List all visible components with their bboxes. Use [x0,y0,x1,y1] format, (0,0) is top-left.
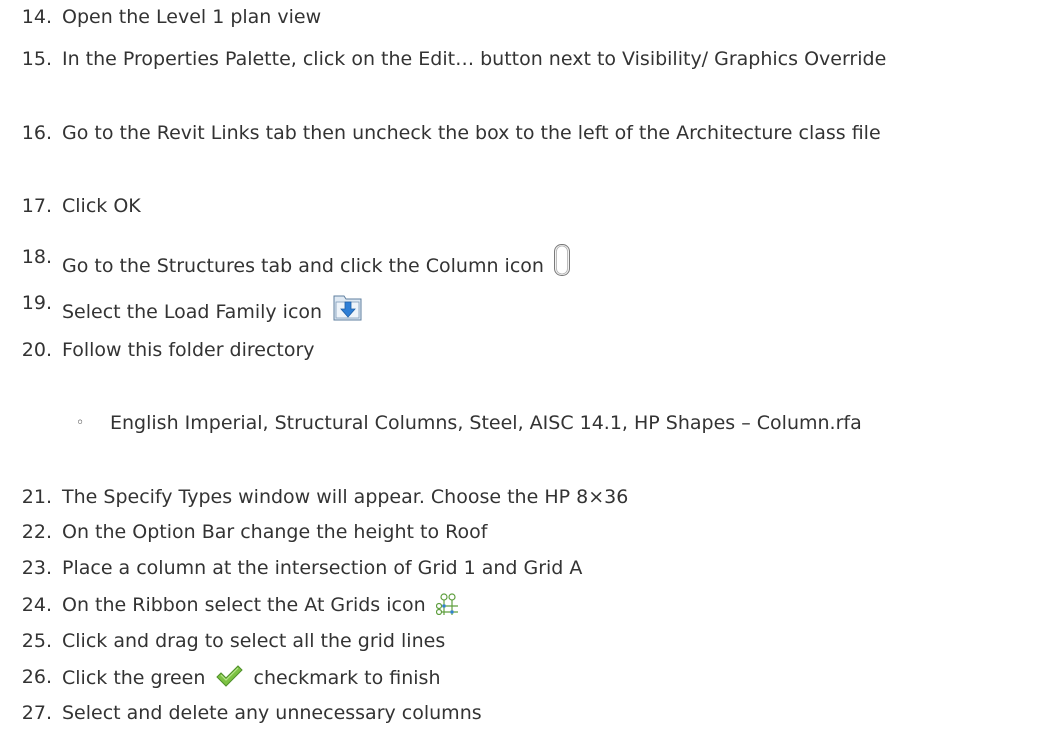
step-text: On the Option Bar change the height to R… [62,521,488,543]
step-number: 19. [21,292,52,314]
step-text: Click and drag to select all the grid li… [62,630,446,652]
step-number: 23. [21,557,52,579]
step-number: 25. [21,630,52,652]
checkmark-icon [215,664,244,696]
instruction-list: 14. Open the Level 1 plan view 15. In th… [0,0,1054,742]
step-number: 21. [21,486,52,508]
step-text: The Specify Types window will appear. Ch… [62,486,629,508]
step-number: 17. [21,195,52,217]
step-text: Select and delete any unnecessary column… [62,702,482,724]
step-text-before: Click the green [62,667,206,689]
step-number: 24. [21,594,52,616]
column-icon [553,244,570,284]
step-number: 16. [21,122,52,144]
sub-bullet: ◦ [76,415,85,431]
load-family-icon [332,290,364,330]
step-number: 14. [21,6,52,28]
step-text: In the Properties Palette, click on the … [62,48,887,70]
step-number: 18. [21,246,52,268]
step-number: 26. [21,666,52,688]
step-text: Select the Load Family icon [62,301,323,323]
at-grids-icon [435,593,458,623]
step-text: Place a column at the intersection of Gr… [62,557,583,579]
step-text: Go to the Structures tab and click the C… [62,255,544,277]
step-number: 27. [21,702,52,724]
step-number: 15. [21,48,52,70]
step-text: Open the Level 1 plan view [62,6,322,28]
step-text: Go to the Revit Links tab then uncheck t… [62,122,881,144]
step-text: On the Ribbon select the At Grids icon [62,594,426,616]
folder-path-text: English Imperial, Structural Columns, St… [110,412,862,434]
step-number: 20. [21,339,52,361]
step-text-after: checkmark to finish [253,667,441,689]
step-text: Follow this folder directory [62,339,315,361]
step-number: 22. [21,521,52,543]
step-text: Click OK [62,195,141,217]
